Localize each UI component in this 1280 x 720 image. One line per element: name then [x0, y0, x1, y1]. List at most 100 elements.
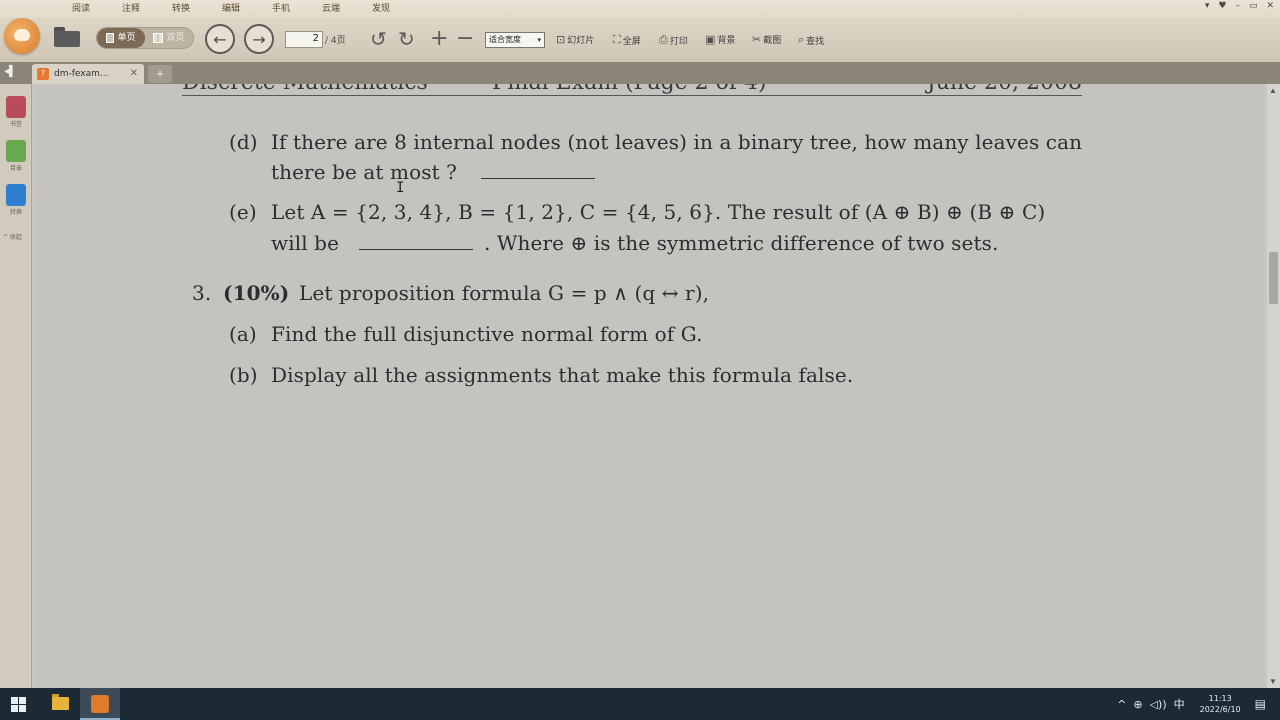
notification-icon[interactable]: ▤	[1255, 697, 1266, 711]
question-d-label: (d)	[229, 130, 258, 154]
rotate-left-icon[interactable]: ↺	[370, 27, 387, 51]
find-button[interactable]: ⌕ 查找	[798, 33, 824, 47]
maximize-button[interactable]: ▭	[1249, 1, 1258, 11]
fullscreen-label: 全屏	[622, 36, 641, 47]
single-page-button[interactable]: 单页	[97, 28, 145, 48]
window-controls: ▾ ♥ – ▭ ✕	[1205, 1, 1274, 11]
menu-phone[interactable]: 手机	[256, 0, 306, 18]
slideshow-label: 幻灯片	[567, 36, 595, 46]
sidebar-item-label: 书签	[9, 121, 22, 128]
screenshot-button[interactable]: ✂ 截图	[752, 33, 781, 46]
arrow-right-icon: →	[252, 29, 266, 49]
question-d-text-2: there be at most ?	[271, 160, 596, 184]
tab-title: dm-fexam...	[54, 69, 109, 79]
double-page-icon	[153, 33, 164, 43]
menu-discover[interactable]: 发现	[356, 0, 406, 18]
question-d-prompt: there be at most ?	[271, 160, 458, 184]
rotate-right-icon[interactable]: ↻	[398, 27, 415, 51]
document-viewport[interactable]: Discrete Mathematics Final Exam (Page 2 …	[33, 84, 1267, 688]
fullscreen-button[interactable]: ⛶ 全屏	[613, 33, 641, 47]
tray-expand-icon[interactable]: ^	[1117, 698, 1126, 711]
prev-page-button[interactable]: ←	[205, 24, 235, 54]
open-folder-icon[interactable]	[54, 27, 80, 47]
find-label: 查找	[806, 36, 825, 47]
menu-edit[interactable]: 编辑	[206, 0, 256, 18]
text-cursor-icon: I	[396, 180, 405, 196]
question-3a-text: Find the full disjunctive normal form of…	[271, 322, 703, 346]
header-date: June 20, 2008	[927, 84, 1082, 95]
scrollbar-thumb[interactable]	[1269, 252, 1278, 304]
zoom-mode-select[interactable]: 适合宽度 ▾	[485, 32, 545, 48]
question-3-weight: (10%)	[223, 281, 290, 305]
taskbar: ^ ⊕ ◁)) 中 11:13 2022/6/10 ▤	[0, 688, 1280, 720]
print-icon: ⎙	[659, 33, 668, 46]
pdf-page: Discrete Mathematics Final Exam (Page 2 …	[36, 84, 1264, 688]
tab-strip: ◂▌ ? dm-fexam... ✕ +	[0, 62, 1280, 84]
toolbar: 单页 双页 ← → 2 / 4页 ↺ ↻ + − 适合宽度 ▾ ⊡ 幻灯片 ⛶ …	[0, 18, 1280, 62]
sidebar-item-label: 转换	[9, 209, 22, 216]
minimize-button[interactable]: –	[1235, 1, 1240, 11]
volume-icon[interactable]: ◁))	[1150, 698, 1167, 711]
taskbar-clock[interactable]: 11:13 2022/6/10	[1200, 693, 1241, 715]
scroll-down-icon[interactable]: ▼	[1269, 677, 1277, 686]
question-e-label: (e)	[229, 200, 257, 224]
zoom-in-icon[interactable]: +	[430, 27, 448, 51]
close-button[interactable]: ✕	[1266, 1, 1274, 11]
page-view-toggle: 单页 双页	[96, 27, 194, 49]
zoom-out-icon[interactable]: −	[456, 27, 474, 51]
question-e-suffix: . Where ⊕ is the symmetric difference of…	[483, 231, 999, 255]
favorite-icon[interactable]: ♥	[1218, 1, 1226, 11]
menu-convert[interactable]: 转换	[156, 0, 206, 18]
slideshow-icon: ⊡	[556, 33, 566, 46]
input-method-icon[interactable]: 中	[1174, 696, 1185, 712]
menu-annotate[interactable]: 注释	[106, 0, 156, 18]
print-label: 打印	[669, 36, 688, 47]
search-icon: ⌕	[798, 33, 805, 46]
scroll-up-icon[interactable]: ▲	[1269, 86, 1277, 95]
menu-items: 阅读 注释 转换 编辑 手机 云端 发现	[56, 0, 406, 18]
chevron-down-icon: ▾	[537, 36, 541, 44]
question-3a-label: (a)	[229, 322, 257, 346]
question-e-text-2: will be . Where ⊕ is the symmetric diffe…	[271, 231, 998, 255]
single-page-label: 单页	[117, 33, 136, 43]
double-page-button[interactable]: 双页	[145, 28, 193, 48]
background-icon: ▣	[705, 33, 716, 46]
table-of-contents-icon	[6, 140, 26, 162]
menu-read[interactable]: 阅读	[56, 0, 106, 18]
skin-menu-icon[interactable]: ▾	[1205, 1, 1210, 11]
next-page-button[interactable]: →	[244, 24, 274, 54]
sidebar-item-convert[interactable]: 转换	[3, 184, 29, 216]
convert-word-icon	[6, 184, 26, 206]
close-tab-icon[interactable]: ✕	[130, 64, 138, 84]
page-number-input[interactable]: 2	[285, 31, 323, 48]
print-button[interactable]: ⎙ 打印	[659, 33, 688, 47]
network-icon[interactable]: ⊕	[1133, 698, 1142, 711]
sidebar-item-toc[interactable]: 目录	[3, 140, 29, 172]
arrow-left-icon: ←	[213, 29, 227, 49]
clock-time: 11:13	[1208, 694, 1232, 703]
sidebar-toggle-icon[interactable]: ◂▌	[4, 66, 16, 77]
menu-bar: 阅读 注释 转换 编辑 手机 云端 发现 ▾ ♥ – ▭ ✕	[0, 0, 1280, 18]
menu-cloud[interactable]: 云端	[306, 0, 356, 18]
vertical-scrollbar[interactable]: ▲ ▼	[1267, 84, 1280, 688]
question-d-text: If there are 8 internal nodes (not leave…	[271, 130, 1083, 154]
folder-icon	[52, 694, 69, 710]
new-tab-button[interactable]: +	[148, 65, 172, 83]
bookmark-icon	[6, 96, 26, 118]
answer-blank	[481, 178, 596, 179]
slideshow-button[interactable]: ⊡ 幻灯片	[556, 33, 594, 46]
zoom-mode-value: 适合宽度	[489, 35, 521, 44]
sidebar-item-bookmarks[interactable]: 书签	[3, 96, 29, 128]
app-logo-icon[interactable]	[4, 18, 40, 54]
fullscreen-icon: ⛶	[613, 33, 621, 46]
windows-start-icon[interactable]	[11, 697, 26, 712]
taskbar-file-explorer[interactable]	[40, 688, 80, 720]
single-page-icon	[106, 33, 115, 43]
taskbar-pdf-reader[interactable]	[80, 688, 120, 720]
tab-document[interactable]: ? dm-fexam... ✕	[32, 64, 144, 84]
left-sidebar: 书签 目录 转换 ^ 收起	[0, 84, 32, 688]
sidebar-collapse[interactable]: ^ 收起	[3, 232, 22, 241]
background-button[interactable]: ▣ 背景	[705, 33, 735, 46]
double-page-label: 双页	[166, 33, 185, 43]
clock-date: 2022/6/10	[1199, 705, 1241, 714]
